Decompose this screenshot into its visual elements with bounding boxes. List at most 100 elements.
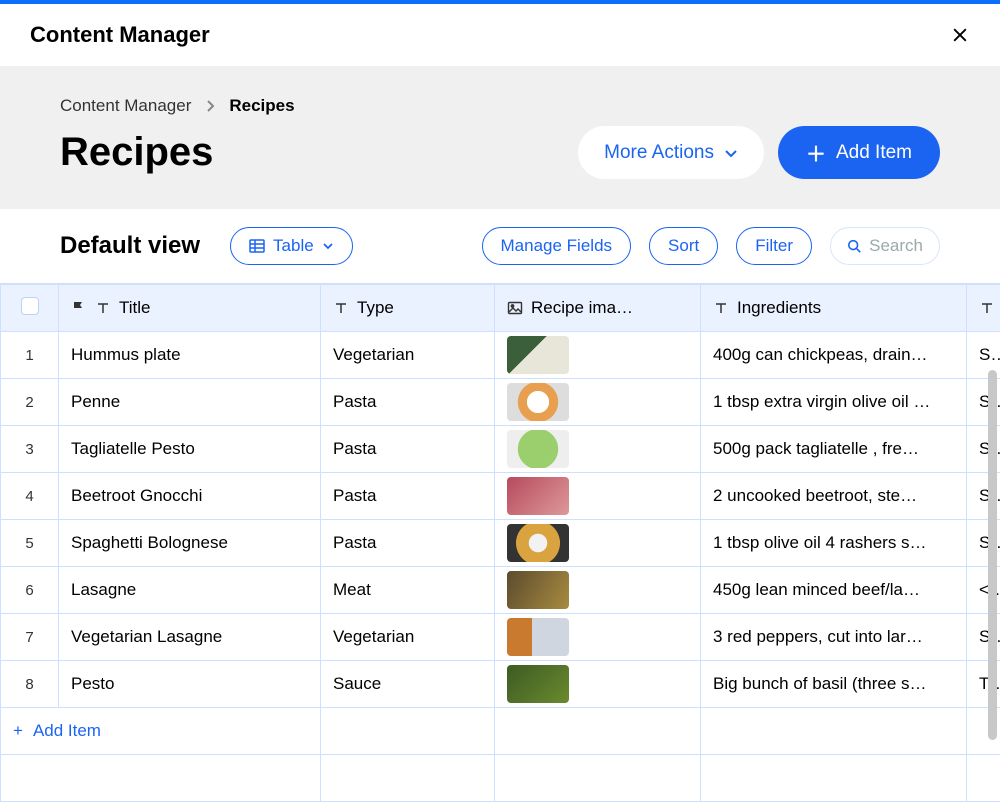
cell-title[interactable]: Pesto bbox=[59, 661, 321, 708]
cell-type[interactable]: Vegetarian bbox=[321, 332, 495, 379]
cell-title[interactable]: Tagliatelle Pesto bbox=[59, 426, 321, 473]
cell-ingredients[interactable]: 1 tbsp olive oil 4 rashers s… bbox=[701, 520, 967, 567]
recipe-thumbnail bbox=[507, 383, 569, 421]
chevron-down-icon bbox=[724, 148, 738, 158]
row-number: 2 bbox=[1, 379, 59, 426]
view-mode-label: Table bbox=[273, 236, 314, 256]
cell-image[interactable] bbox=[495, 520, 701, 567]
breadcrumb-parent[interactable]: Content Manager bbox=[60, 96, 191, 116]
page-header-section: Content Manager Recipes Recipes More Act… bbox=[0, 66, 1000, 209]
row-number: 4 bbox=[1, 473, 59, 520]
cell-title[interactable]: Beetroot Gnocchi bbox=[59, 473, 321, 520]
search-placeholder: Search bbox=[869, 236, 923, 256]
recipe-thumbnail bbox=[507, 430, 569, 468]
recipe-thumbnail bbox=[507, 336, 569, 374]
data-table: Title Type Recipe ima… Ingredients 1Humm… bbox=[0, 284, 1000, 802]
close-icon[interactable] bbox=[950, 25, 970, 45]
cell-ingredients[interactable]: 500g pack tagliatelle , fre… bbox=[701, 426, 967, 473]
table-row[interactable]: 2PennePasta 1 tbsp extra virgin olive oil… bbox=[1, 379, 1000, 426]
text-type-icon bbox=[979, 300, 995, 316]
page-title: Recipes bbox=[60, 130, 213, 175]
plus-icon: ＋ bbox=[806, 138, 826, 167]
row-number: 6 bbox=[1, 567, 59, 614]
add-item-footer-label: Add Item bbox=[33, 721, 101, 740]
cell-image[interactable] bbox=[495, 567, 701, 614]
row-number: 3 bbox=[1, 426, 59, 473]
text-type-icon bbox=[713, 300, 729, 316]
cell-type[interactable]: Pasta bbox=[321, 520, 495, 567]
search-input[interactable]: Search bbox=[830, 227, 940, 265]
view-mode-selector[interactable]: Table bbox=[230, 227, 353, 265]
more-actions-button[interactable]: More Actions bbox=[578, 126, 764, 179]
view-toolbar: Default view Table Manage Fields Sort Fi… bbox=[0, 209, 1000, 283]
checkbox-icon[interactable] bbox=[21, 297, 39, 315]
cell-image[interactable] bbox=[495, 426, 701, 473]
select-all-header[interactable] bbox=[1, 285, 59, 332]
column-overflow[interactable] bbox=[967, 285, 1000, 332]
cell-title[interactable]: Spaghetti Bolognese bbox=[59, 520, 321, 567]
table-row[interactable]: 5Spaghetti BolognesePasta 1 tbsp olive oi… bbox=[1, 520, 1000, 567]
cell-image[interactable] bbox=[495, 379, 701, 426]
cell-ingredients[interactable]: 450g lean minced beef/la… bbox=[701, 567, 967, 614]
cell-ingredients[interactable]: 400g can chickpeas, drain… bbox=[701, 332, 967, 379]
row-number: 7 bbox=[1, 614, 59, 661]
cell-type[interactable]: Vegetarian bbox=[321, 614, 495, 661]
add-item-label: Add Item bbox=[836, 142, 912, 164]
column-ingredients[interactable]: Ingredients bbox=[701, 285, 967, 332]
breadcrumb-current: Recipes bbox=[229, 96, 294, 116]
recipe-thumbnail bbox=[507, 665, 569, 703]
text-type-icon bbox=[95, 300, 111, 316]
cell-image[interactable] bbox=[495, 473, 701, 520]
table-row[interactable]: 7Vegetarian LasagneVegetarian 3 red peppe… bbox=[1, 614, 1000, 661]
flag-icon bbox=[71, 300, 87, 316]
table-row[interactable]: 3Tagliatelle PestoPasta 500g pack tagliat… bbox=[1, 426, 1000, 473]
chevron-down-icon bbox=[322, 242, 334, 250]
app-title: Content Manager bbox=[30, 22, 210, 48]
table-header-row: Title Type Recipe ima… Ingredients bbox=[1, 285, 1000, 332]
cell-type[interactable]: Sauce bbox=[321, 661, 495, 708]
manage-fields-button[interactable]: Manage Fields bbox=[482, 227, 632, 265]
table-row[interactable]: 4Beetroot GnocchiPasta 2 uncooked beetroo… bbox=[1, 473, 1000, 520]
image-icon bbox=[507, 300, 523, 316]
table-icon bbox=[249, 239, 265, 253]
plus-icon: + bbox=[13, 721, 23, 740]
row-number: 5 bbox=[1, 520, 59, 567]
cell-image[interactable] bbox=[495, 614, 701, 661]
table-row[interactable]: 1Hummus plateVegetarian 400g can chickpea… bbox=[1, 332, 1000, 379]
filter-button[interactable]: Filter bbox=[736, 227, 812, 265]
cell-type[interactable]: Meat bbox=[321, 567, 495, 614]
text-type-icon bbox=[333, 300, 349, 316]
cell-type[interactable]: Pasta bbox=[321, 426, 495, 473]
cell-image[interactable] bbox=[495, 332, 701, 379]
cell-title[interactable]: Penne bbox=[59, 379, 321, 426]
recipe-thumbnail bbox=[507, 524, 569, 562]
chevron-right-icon bbox=[205, 99, 215, 113]
search-icon bbox=[847, 238, 861, 254]
recipe-thumbnail bbox=[507, 571, 569, 609]
table-row[interactable]: 8PestoSauceBig bunch of basil (three s…T bbox=[1, 661, 1000, 708]
sort-button[interactable]: Sort bbox=[649, 227, 718, 265]
cell-ingredients[interactable]: 1 tbsp extra virgin olive oil … bbox=[701, 379, 967, 426]
cell-image[interactable] bbox=[495, 661, 701, 708]
app-header: Content Manager bbox=[0, 4, 1000, 66]
column-image[interactable]: Recipe ima… bbox=[495, 285, 701, 332]
cell-ingredients[interactable]: 3 red peppers, cut into lar… bbox=[701, 614, 967, 661]
cell-type[interactable]: Pasta bbox=[321, 379, 495, 426]
add-item-row[interactable]: + Add Item bbox=[1, 708, 1000, 755]
vertical-scrollbar[interactable] bbox=[988, 370, 997, 740]
recipe-thumbnail bbox=[507, 477, 569, 515]
row-number: 1 bbox=[1, 332, 59, 379]
cell-type[interactable]: Pasta bbox=[321, 473, 495, 520]
cell-title[interactable]: Vegetarian Lasagne bbox=[59, 614, 321, 661]
add-item-button[interactable]: ＋ Add Item bbox=[778, 126, 940, 179]
cell-title[interactable]: Hummus plate bbox=[59, 332, 321, 379]
empty-row bbox=[1, 755, 1000, 802]
cell-title[interactable]: Lasagne bbox=[59, 567, 321, 614]
table-row[interactable]: 6LasagneMeat450g lean minced beef/la…< bbox=[1, 567, 1000, 614]
cell-ingredients[interactable]: 2 uncooked beetroot, ste… bbox=[701, 473, 967, 520]
column-type[interactable]: Type bbox=[321, 285, 495, 332]
column-title[interactable]: Title bbox=[59, 285, 321, 332]
more-actions-label: More Actions bbox=[604, 142, 714, 164]
table-container: Title Type Recipe ima… Ingredients 1Humm… bbox=[0, 283, 1000, 802]
cell-ingredients[interactable]: Big bunch of basil (three s… bbox=[701, 661, 967, 708]
